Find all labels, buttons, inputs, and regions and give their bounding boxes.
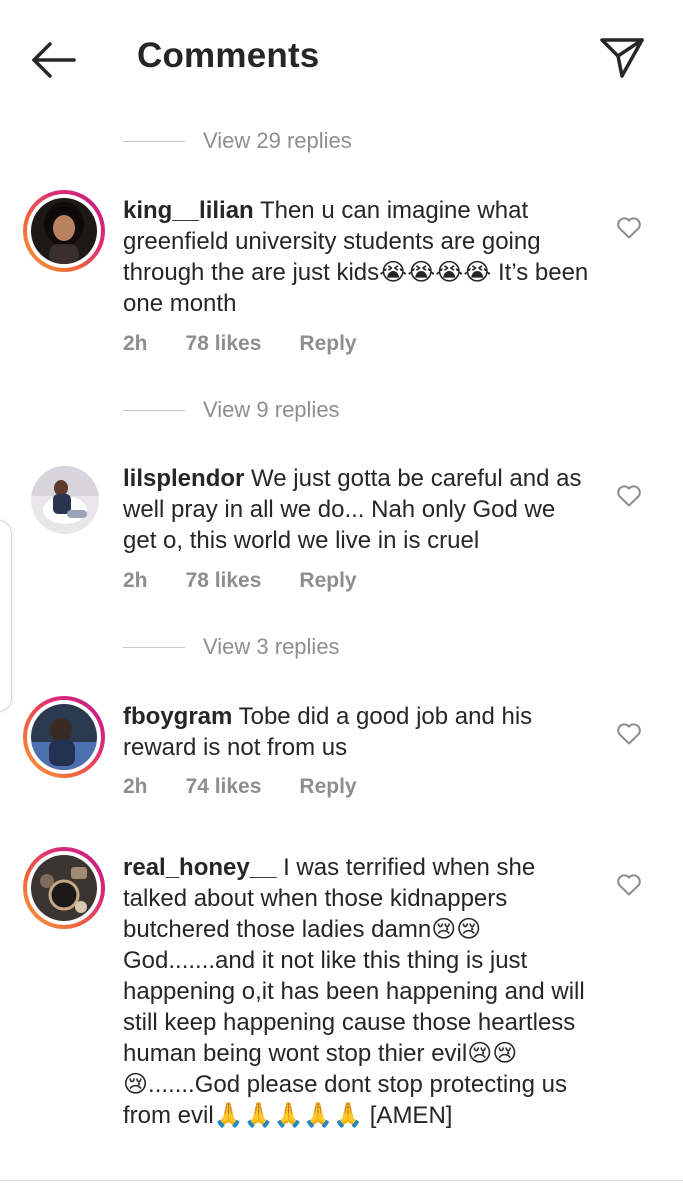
- comment-time: 2h: [123, 332, 148, 355]
- comment-body: lilsplendor We just gotta be careful and…: [123, 463, 593, 556]
- heart-icon[interactable]: [616, 722, 642, 746]
- profile-photo: [31, 855, 97, 921]
- profile-photo: [31, 198, 97, 264]
- comment-username[interactable]: real_honey__: [123, 854, 276, 881]
- top-bar: Comments: [0, 0, 683, 112]
- share-button[interactable]: [598, 34, 646, 80]
- view-replies-link[interactable]: View 9 replies: [123, 390, 340, 430]
- back-button[interactable]: [28, 36, 80, 84]
- comment-meta: 2h 78 likes Reply: [123, 332, 395, 356]
- avatar[interactable]: [31, 466, 99, 534]
- heart-icon[interactable]: [616, 873, 642, 897]
- profile-photo: [31, 704, 97, 770]
- divider-line: [123, 409, 185, 411]
- view-replies-label: View 3 replies: [203, 634, 340, 659]
- comment-body: real_honey__ I was terrified when she ta…: [123, 852, 603, 1131]
- view-replies-label: View 29 replies: [203, 128, 352, 153]
- comment-body: fboygram Tobe did a good job and his rew…: [123, 701, 593, 763]
- heart-icon[interactable]: [616, 216, 642, 240]
- comment-text: I was terrified when she talked about wh…: [123, 854, 585, 1129]
- reply-button[interactable]: Reply: [299, 569, 356, 593]
- paper-plane-icon: [600, 38, 644, 78]
- view-replies-link[interactable]: View 3 replies: [123, 627, 340, 667]
- edge-handle: [0, 520, 12, 712]
- avatar[interactable]: [23, 190, 105, 272]
- avatar[interactable]: [23, 696, 105, 778]
- comment-meta: 2h 78 likes Reply: [123, 569, 395, 593]
- likes-count[interactable]: 78 likes: [186, 332, 262, 356]
- reply-button[interactable]: Reply: [299, 332, 356, 356]
- comment-body: king__lilian Then u can imagine what gre…: [123, 195, 593, 319]
- avatar[interactable]: [23, 847, 105, 929]
- reply-button[interactable]: Reply: [299, 775, 356, 799]
- arrow-left-icon: [32, 42, 76, 78]
- comment-meta: 2h 74 likes Reply: [123, 775, 395, 799]
- comment-time: 2h: [123, 775, 148, 798]
- view-replies-label: View 9 replies: [203, 397, 340, 422]
- likes-count[interactable]: 78 likes: [186, 569, 262, 593]
- comment-username[interactable]: king__lilian: [123, 197, 254, 224]
- comment-username[interactable]: fboygram: [123, 703, 232, 730]
- page-title: Comments: [137, 36, 320, 75]
- comment-time: 2h: [123, 569, 148, 592]
- divider-line: [123, 140, 185, 142]
- divider-line: [123, 646, 185, 648]
- profile-photo: [31, 466, 99, 534]
- likes-count[interactable]: 74 likes: [186, 775, 262, 799]
- view-replies-link[interactable]: View 29 replies: [123, 121, 352, 161]
- heart-icon[interactable]: [616, 484, 642, 508]
- comment-username[interactable]: lilsplendor: [123, 465, 244, 492]
- divider-line: [0, 1180, 683, 1181]
